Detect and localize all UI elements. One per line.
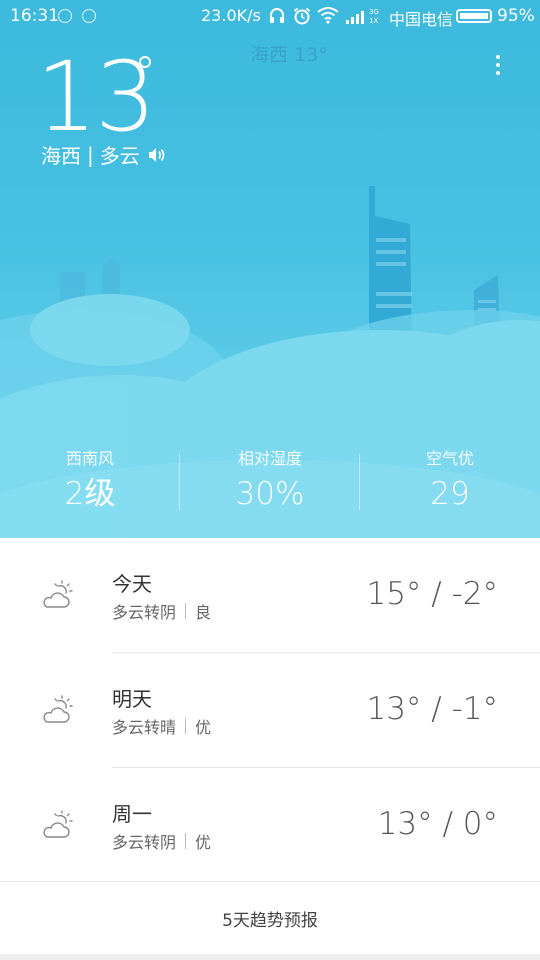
day-description: 多云转阴 优: [112, 829, 211, 853]
svg-text:1X: 1X: [369, 17, 378, 25]
day-temperature-range: 13° / 0°: [377, 806, 498, 842]
day-name: 明天: [112, 687, 152, 711]
day-description: 多云转阴 良: [112, 599, 211, 623]
alarm-icon: [293, 7, 311, 25]
stat-value: 2级: [64, 476, 116, 512]
battery-icon: [456, 9, 492, 23]
weather-stats: 西南风 2级 相对湿度 30% 空气优 29: [0, 448, 540, 518]
day-name: 周一: [112, 802, 152, 826]
stat-label: 相对湿度: [237, 449, 302, 468]
day-description: 多云转晴 优: [112, 714, 211, 738]
partly-cloudy-icon: [43, 810, 73, 838]
stat-value: 29: [430, 476, 470, 512]
day-condition: 多云转阴: [112, 603, 177, 622]
partly-cloudy-icon: [43, 580, 73, 608]
partly-cloudy-icon: [43, 695, 73, 723]
day-air-quality: 优: [195, 833, 212, 852]
current-temperature: 13: [36, 41, 156, 153]
more-vertical-icon[interactable]: [488, 52, 508, 78]
network-speed: 23.0K/s: [201, 6, 261, 25]
stat-label: 西南风: [65, 449, 114, 468]
stat-wind: 西南风 2级: [0, 448, 180, 516]
stat-humidity: 相对湿度 30%: [180, 448, 360, 516]
stat-value: 30%: [235, 476, 305, 512]
status-bar: 16:31 23.0K/s 3G 1X 中国电信 95%: [0, 0, 540, 32]
forecast-row-today[interactable]: 今天 多云转阴 良 15° / -2°: [0, 538, 540, 653]
speaker-icon[interactable]: [148, 147, 166, 163]
faded-header-title: 海西 13°: [250, 44, 328, 66]
location-name: 海西: [41, 144, 81, 168]
stat-air-quality[interactable]: 空气优 29: [360, 448, 540, 516]
day-condition: 多云转阴: [112, 833, 177, 852]
location-line: 海西 | 多云: [41, 140, 166, 169]
notification-icon: [82, 9, 96, 23]
day-temperature-range: 13° / -1°: [366, 691, 498, 727]
status-time: 16:31: [10, 6, 59, 26]
forecast-row-tomorrow[interactable]: 明天 多云转晴 优 13° / -1°: [0, 653, 540, 768]
desc-divider: [185, 833, 187, 849]
day-temperature-range: 15° / -2°: [366, 576, 498, 612]
stat-label: 空气优: [425, 449, 474, 468]
wifi-icon: [317, 7, 339, 24]
battery-percent: 95%: [497, 6, 535, 26]
temperature-value: 13: [36, 41, 156, 153]
day-name: 今天: [112, 572, 152, 596]
bottom-strip: [0, 954, 540, 960]
headphone-icon: [270, 8, 284, 23]
signal-icon: 3G 1X: [346, 8, 379, 25]
current-condition: 多云: [99, 144, 140, 168]
degree-symbol: [139, 56, 151, 68]
trend-divider: [0, 881, 540, 882]
carrier-name: 中国电信: [389, 10, 454, 29]
five-day-trend-link[interactable]: 5天趋势预报: [0, 906, 540, 931]
day-condition: 多云转晴: [112, 718, 177, 737]
day-air-quality: 优: [195, 718, 212, 737]
desc-divider: [185, 718, 187, 734]
location-separator: |: [87, 142, 94, 167]
desc-divider: [185, 603, 187, 619]
notification-icon: [58, 9, 72, 23]
svg-text:3G: 3G: [369, 8, 379, 16]
weather-hero: 16:31 23.0K/s 3G 1X 中国电信 95% 海西 13° 13 海…: [0, 0, 540, 538]
forecast-row-monday[interactable]: 周一 多云转阴 优 13° / 0°: [0, 768, 540, 883]
day-air-quality: 良: [195, 603, 212, 622]
